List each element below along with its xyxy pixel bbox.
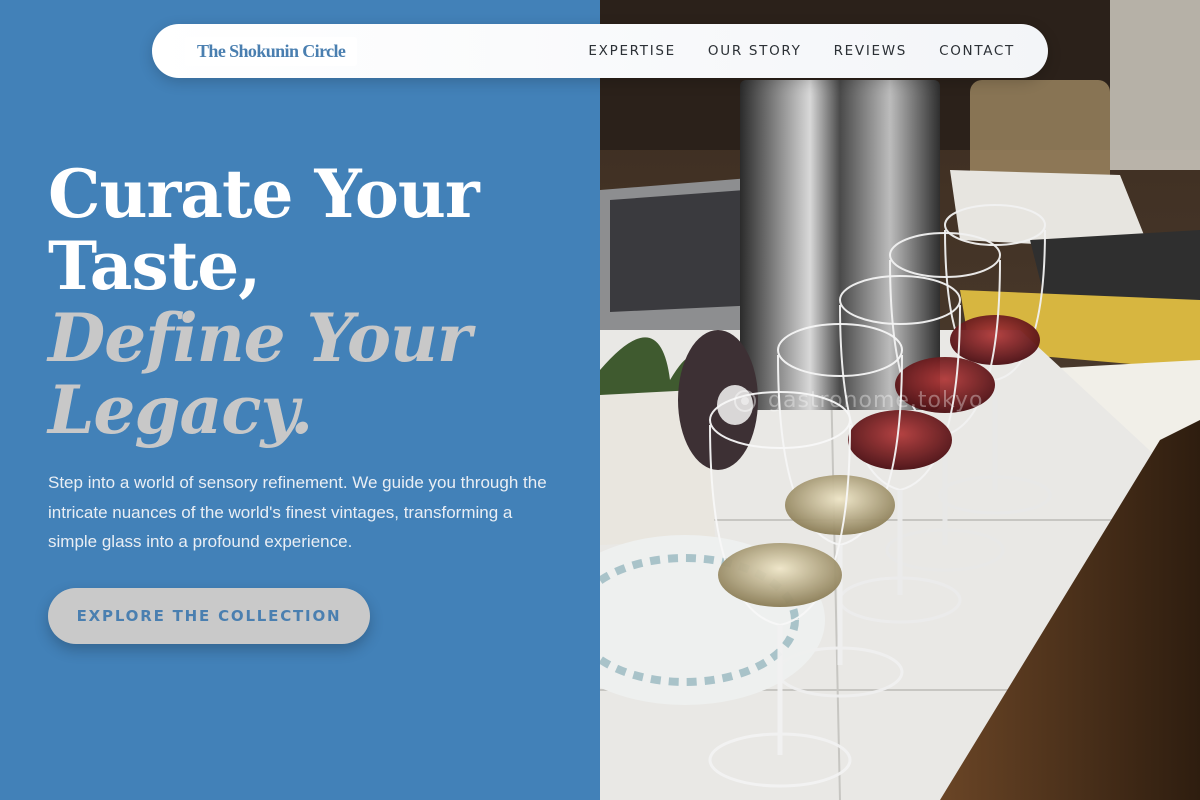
wine-glass-icon	[734, 390, 756, 412]
headline-line-2: Taste,	[48, 227, 261, 305]
photo-watermark: gastronome.tokyo	[768, 388, 984, 413]
nav-link-contact[interactable]: CONTACT	[939, 43, 1015, 59]
headline-line-1: Curate Your	[48, 155, 480, 233]
headline-line-3: Define Your	[48, 299, 472, 377]
nav-link-expertise[interactable]: EXPERTISE	[588, 43, 675, 59]
nav-links: EXPERTISE OUR STORY REVIEWS CONTACT	[588, 43, 1015, 59]
headline-line-4: Legacy.	[48, 371, 313, 449]
hero-intro-text: Step into a world of sensory refinement.…	[48, 473, 547, 551]
nav-link-our-story[interactable]: OUR STORY	[708, 43, 802, 59]
nav-link-reviews[interactable]: REVIEWS	[834, 43, 907, 59]
top-navbar: The Shokunin Circle EXPERTISE OUR STORY …	[152, 24, 1048, 78]
brand-logo[interactable]: The Shokunin Circle	[185, 36, 358, 66]
hero-headline: Curate Your Taste, Define Your Legacy.	[48, 158, 588, 446]
explore-collection-button[interactable]: EXPLORE THE COLLECTION	[48, 588, 370, 644]
